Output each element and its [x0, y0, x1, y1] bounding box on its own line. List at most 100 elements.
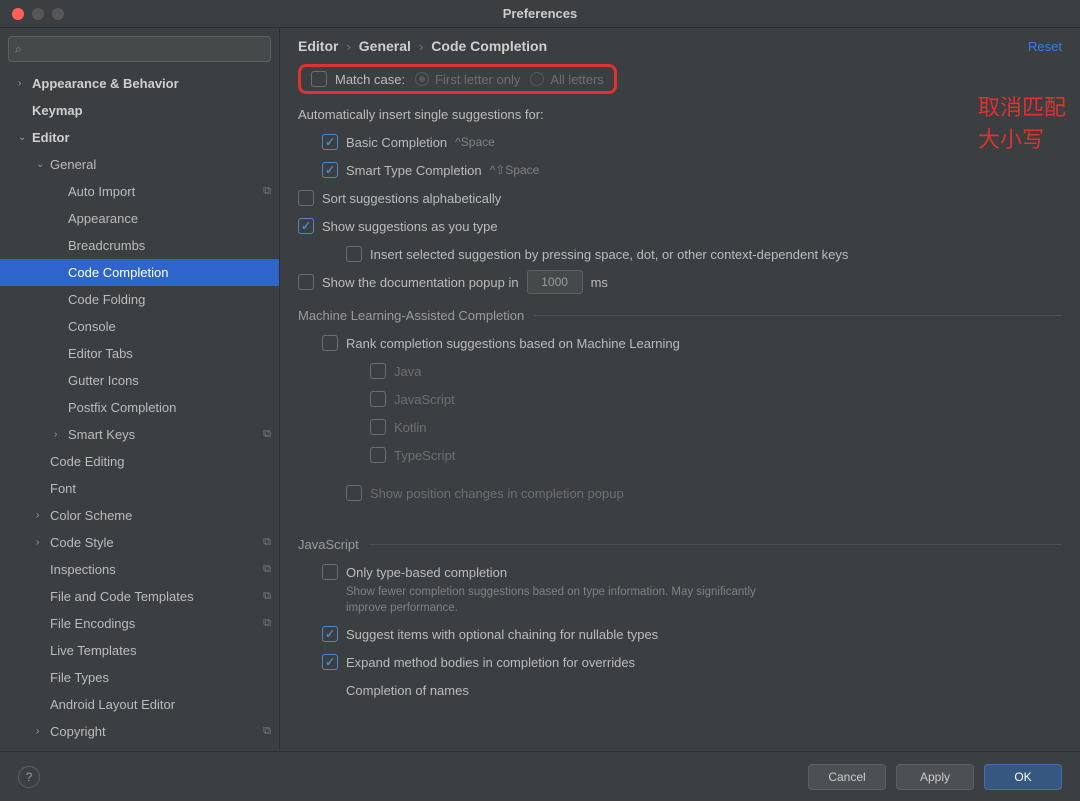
tree-item-editor-tabs[interactable]: Editor Tabs — [0, 340, 279, 367]
ml-rank-checkbox[interactable] — [322, 335, 338, 351]
tree-item-label: File and Code Templates — [50, 589, 194, 604]
cancel-button[interactable]: Cancel — [808, 764, 886, 790]
tree-item-editor[interactable]: ⌄Editor — [0, 124, 279, 151]
tree-item-label: Keymap — [32, 103, 83, 118]
chevron-down-icon: ⌄ — [36, 159, 50, 170]
tree-item-label: Code Style — [50, 535, 114, 550]
tree-item-label: Copyright — [50, 724, 106, 739]
help-button[interactable]: ? — [18, 766, 40, 788]
tree-item-auto-import[interactable]: Auto Import⧉ — [0, 178, 279, 205]
tree-item-android-layout-editor[interactable]: Android Layout Editor — [0, 691, 279, 718]
tree-item-appearance[interactable]: Appearance — [0, 205, 279, 232]
show-as-type-checkbox[interactable] — [298, 218, 314, 234]
settings-tree[interactable]: ›Appearance & BehaviorKeymap⌄Editor⌄Gene… — [0, 70, 279, 751]
ml-ts-checkbox — [370, 447, 386, 463]
copy-icon: ⧉ — [263, 536, 271, 549]
sort-alpha-checkbox[interactable] — [298, 190, 314, 206]
copy-icon: ⧉ — [263, 725, 271, 738]
titlebar: Preferences — [0, 0, 1080, 28]
tree-item-file-and-code-templates[interactable]: File and Code Templates ⧉ — [0, 583, 279, 610]
ml-rank-label: Rank completion suggestions based on Mac… — [346, 336, 680, 351]
js-expand-checkbox[interactable] — [322, 654, 338, 670]
insert-selected-checkbox[interactable] — [346, 246, 362, 262]
smart-completion-shortcut: ^⇧Space — [490, 163, 540, 177]
show-as-type-label: Show suggestions as you type — [322, 219, 498, 234]
tree-item-label: Code Editing — [50, 454, 124, 469]
tree-item-color-scheme[interactable]: ›Color Scheme — [0, 502, 279, 529]
search-input-wrapper[interactable]: ⌕ — [8, 36, 271, 62]
tree-item-label: Appearance & Behavior — [32, 76, 179, 91]
completion-names-heading: Completion of names — [298, 676, 1062, 704]
tree-item-copyright[interactable]: ›Copyright⧉ — [0, 718, 279, 745]
ml-java-checkbox — [370, 363, 386, 379]
basic-completion-label: Basic Completion — [346, 135, 447, 150]
tree-item-keymap[interactable]: Keymap — [0, 97, 279, 124]
tree-item-label: Android Layout Editor — [50, 697, 175, 712]
close-icon[interactable] — [12, 8, 24, 20]
tree-item-file-encodings[interactable]: File Encodings ⧉ — [0, 610, 279, 637]
copy-icon: ⧉ — [263, 617, 271, 630]
tree-item-code-editing[interactable]: Code Editing — [0, 448, 279, 475]
js-type-only-checkbox[interactable] — [322, 564, 338, 580]
copy-icon: ⧉ — [263, 590, 271, 603]
chevron-right-icon: › — [36, 537, 50, 548]
content-area: 取消匹配大小写 Match case: First letter only Al… — [280, 64, 1080, 751]
tree-item-label: Inspections — [50, 562, 116, 577]
basic-completion-checkbox[interactable] — [322, 134, 338, 150]
tree-item-code-completion[interactable]: Code Completion — [0, 259, 279, 286]
doc-popup-ms-input[interactable]: 1000 — [527, 270, 583, 294]
tree-item-inspections[interactable]: Inspections ⧉ — [0, 556, 279, 583]
smart-completion-checkbox[interactable] — [322, 162, 338, 178]
reset-link[interactable]: Reset — [1028, 39, 1062, 54]
js-expand-label: Expand method bodies in completion for o… — [346, 655, 635, 670]
ok-button[interactable]: OK — [984, 764, 1062, 790]
tree-item-label: Breadcrumbs — [68, 238, 145, 253]
footer: ? Cancel Apply OK — [0, 751, 1080, 801]
tree-item-label: File Encodings — [50, 616, 135, 631]
tree-item-code-style[interactable]: ›Code Style ⧉ — [0, 529, 279, 556]
sidebar: ⌕ ›Appearance & BehaviorKeymap⌄Editor⌄Ge… — [0, 28, 280, 751]
search-input[interactable] — [26, 42, 264, 56]
breadcrumb: Editor › General › Code Completion Reset — [280, 28, 1080, 64]
radio-first-letter[interactable] — [415, 72, 429, 86]
tree-item-gutter-icons[interactable]: Gutter Icons — [0, 367, 279, 394]
tree-item-label: Color Scheme — [50, 508, 132, 523]
tree-item-font[interactable]: Font — [0, 475, 279, 502]
radio-all-letters[interactable] — [530, 72, 544, 86]
tree-item-label: Code Completion — [68, 265, 168, 280]
crumb-general[interactable]: General — [359, 38, 411, 54]
doc-popup-checkbox[interactable] — [298, 274, 314, 290]
crumb-editor[interactable]: Editor — [298, 38, 338, 54]
tree-item-live-templates[interactable]: Live Templates — [0, 637, 279, 664]
search-icon: ⌕ — [15, 42, 22, 57]
js-chain-checkbox[interactable] — [322, 626, 338, 642]
tree-item-code-folding[interactable]: Code Folding — [0, 286, 279, 313]
tree-item-console[interactable]: Console — [0, 313, 279, 340]
match-case-checkbox[interactable] — [311, 71, 327, 87]
tree-item-breadcrumbs[interactable]: Breadcrumbs — [0, 232, 279, 259]
match-case-label: Match case: — [335, 72, 405, 87]
radio-first-letter-label: First letter only — [435, 72, 520, 87]
tree-item-label: Gutter Icons — [68, 373, 139, 388]
tree-item-general[interactable]: ⌄General — [0, 151, 279, 178]
doc-popup-label-pre: Show the documentation popup in — [322, 275, 519, 290]
tree-item-label: Appearance — [68, 211, 138, 226]
apply-button[interactable]: Apply — [896, 764, 974, 790]
tree-item-file-types[interactable]: File Types — [0, 664, 279, 691]
ml-js-label: JavaScript — [394, 392, 455, 407]
copy-icon: ⧉ — [263, 185, 271, 198]
smart-completion-label: Smart Type Completion — [346, 163, 482, 178]
tree-item-postfix-completion[interactable]: Postfix Completion — [0, 394, 279, 421]
chevron-right-icon: › — [18, 78, 32, 89]
tree-item-smart-keys[interactable]: ›Smart Keys⧉ — [0, 421, 279, 448]
tree-item-label: Font — [50, 481, 76, 496]
ml-pos-label: Show position changes in completion popu… — [370, 486, 624, 501]
chevron-down-icon: ⌄ — [18, 132, 32, 143]
annotation-text: 取消匹配大小写 — [978, 90, 1080, 154]
chevron-right-icon: › — [36, 510, 50, 521]
tree-item-appearance-behavior[interactable]: ›Appearance & Behavior — [0, 70, 279, 97]
ml-section-header: Machine Learning-Assisted Completion — [298, 308, 1062, 323]
basic-completion-shortcut: ^Space — [455, 135, 495, 149]
chevron-right-icon: › — [54, 429, 68, 440]
copy-icon: ⧉ — [263, 563, 271, 576]
